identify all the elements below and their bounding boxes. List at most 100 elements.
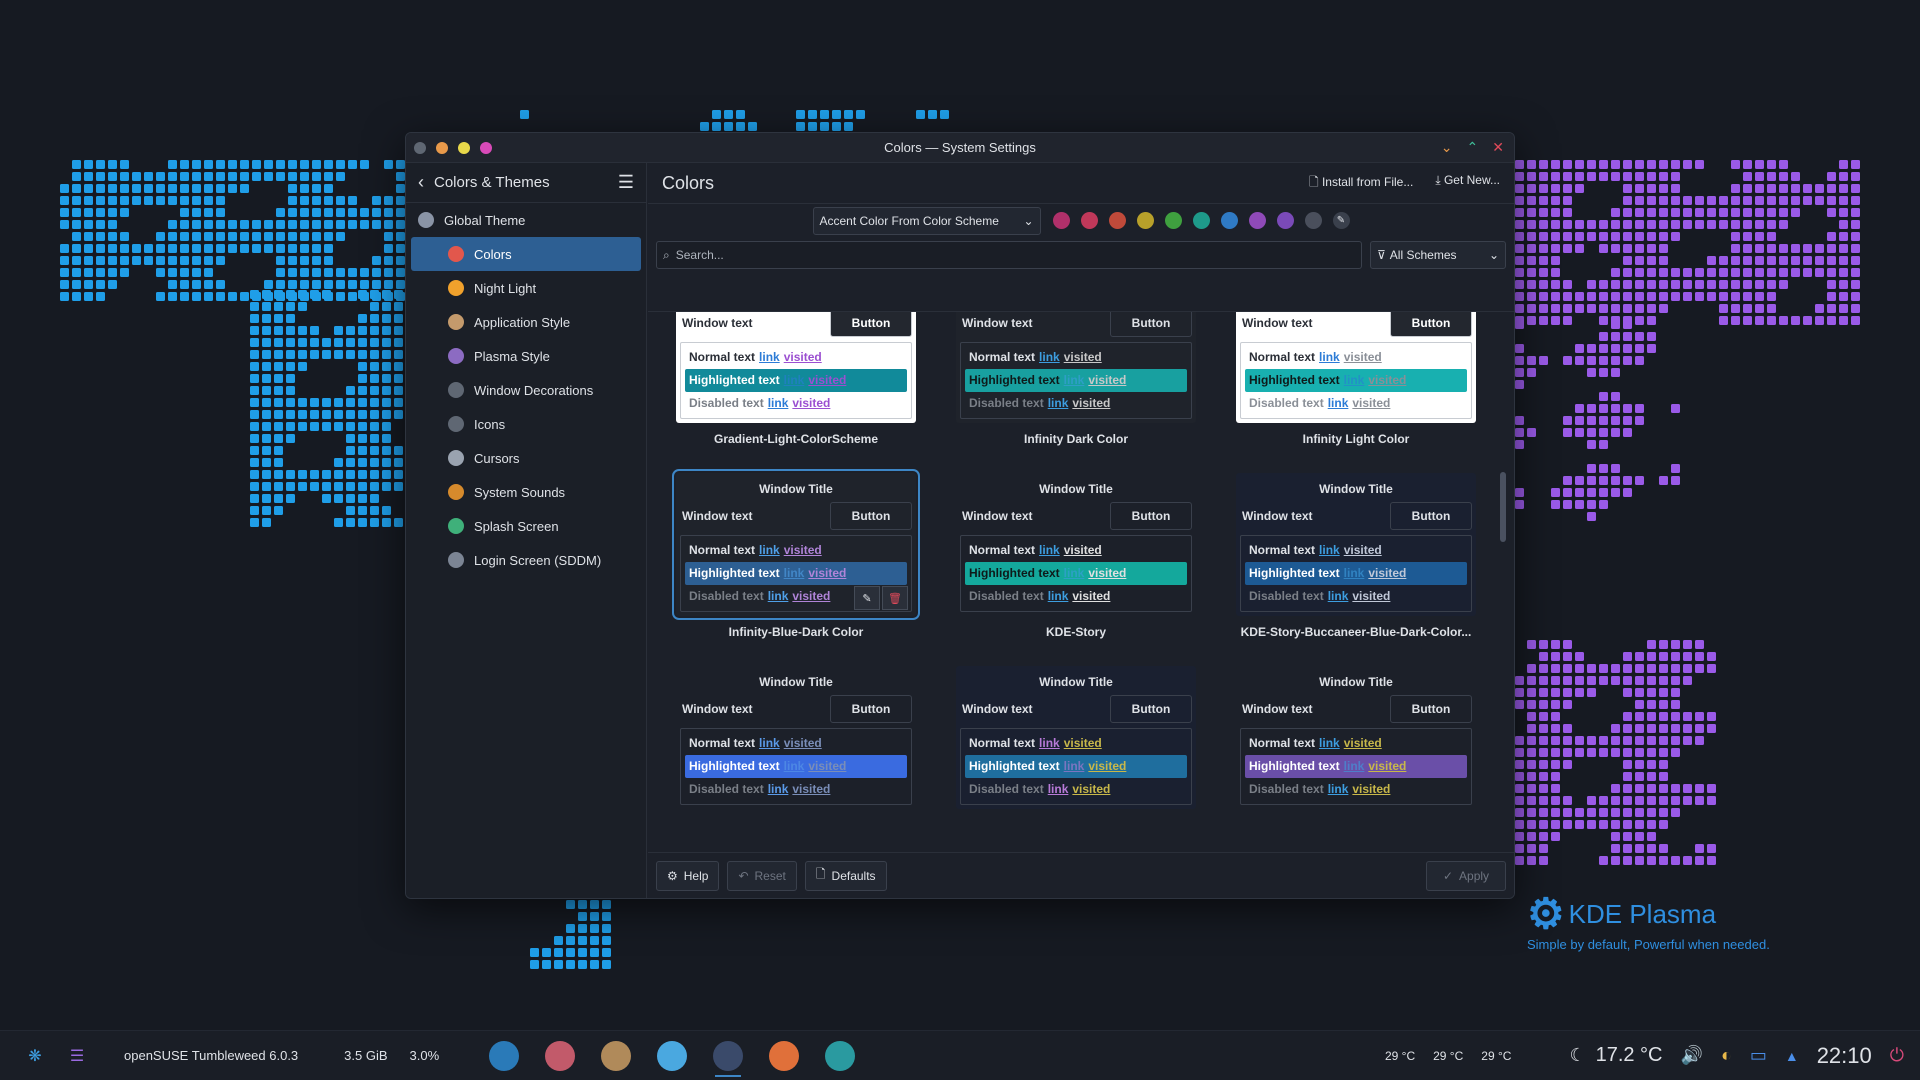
accent-swatch[interactable]: [1248, 212, 1266, 229]
wallpaper-dot: [298, 326, 307, 335]
install-from-file-button[interactable]: 🗋 Install from File...: [1309, 173, 1413, 194]
color-scheme-card[interactable]: Window text Button Normal text link visited H…: [666, 312, 926, 455]
taskbar-app[interactable]: [539, 1035, 581, 1077]
accent-color-select[interactable]: Accent Color From Color Scheme ⌄: [812, 206, 1041, 235]
wallpaper-dot: [384, 160, 393, 169]
apply-button[interactable]: ✓ Apply: [1426, 860, 1506, 891]
scheme-filter-select[interactable]: ⊽ All Schemes ⌄: [1370, 241, 1506, 269]
scheme-preview[interactable]: Window Title Window text Button Normal text…: [956, 473, 1196, 616]
sidebar-item-cursors[interactable]: Cursors: [406, 441, 646, 475]
accent-swatch[interactable]: [1136, 212, 1154, 229]
scheme-preview[interactable]: Window text Button Normal text link visited H…: [676, 312, 916, 423]
wallpaper-dot: [72, 244, 81, 253]
scheme-preview[interactable]: Window Title Window text Button Normal text…: [1236, 666, 1476, 809]
back-arrow-icon[interactable]: ‹: [418, 172, 424, 193]
search-icon: ⌕: [663, 247, 670, 262]
taskbar-app[interactable]: [707, 1035, 749, 1077]
color-scheme-card[interactable]: Window Title Window text Button Normal text…: [666, 469, 926, 648]
wallpaper-dot: [590, 948, 599, 957]
sidebar-item-colors[interactable]: Colors: [411, 237, 641, 271]
accent-swatch[interactable]: [1192, 212, 1210, 229]
taskbar-app[interactable]: [651, 1035, 693, 1077]
taskbar-app[interactable]: [483, 1035, 525, 1077]
wallpaper-dot: [1587, 172, 1596, 181]
shade-icon[interactable]: [458, 141, 470, 154]
preview-view: Normal text link visited Highlighted text li…: [680, 342, 912, 419]
wallpaper-dot: [286, 470, 295, 479]
tray-expand-icon[interactable]: ▲: [1785, 1048, 1799, 1064]
scheme-preview[interactable]: Window Title Window text Button Normal text…: [956, 666, 1196, 809]
taskbar-app[interactable]: [763, 1035, 805, 1077]
scheme-name: Infinity Light Color: [1302, 432, 1410, 446]
scheme-preview[interactable]: Window Title Window text Button Normal text…: [672, 469, 920, 620]
wallpaper-dot: [1635, 332, 1644, 341]
scheme-preview[interactable]: Window text Button Normal text link visited H…: [956, 312, 1196, 423]
wallpaper-dot: [590, 924, 599, 933]
wallpaper-dot: [1851, 256, 1860, 265]
accent-swatch[interactable]: [1108, 212, 1126, 229]
network-icon[interactable]: ▭: [1750, 1045, 1767, 1066]
sidebar-item-window-decorations[interactable]: Window Decorations: [406, 373, 646, 407]
reset-button[interactable]: ↶ Reset: [727, 860, 797, 891]
sidebar-item-icons[interactable]: Icons: [406, 407, 646, 441]
power-icon[interactable]: ⏻: [1890, 1045, 1904, 1066]
accent-swatch[interactable]: [1276, 212, 1294, 229]
sidebar-item-plasma-style[interactable]: Plasma Style: [406, 339, 646, 373]
defaults-button[interactable]: 🗋 Defaults: [804, 860, 887, 891]
search-input[interactable]: ⌕ Search...: [656, 241, 1362, 269]
sidebar-item-splash-screen[interactable]: Splash Screen: [406, 509, 646, 543]
wallpaper-dot: [310, 422, 319, 431]
scheme-preview[interactable]: Window Title Window text Button Normal text…: [676, 666, 916, 809]
all-desktops-icon[interactable]: [480, 141, 492, 154]
pager-icon[interactable]: ☰: [60, 1039, 94, 1073]
wallpaper-dot: [1647, 784, 1656, 793]
minimize-icon[interactable]: ⌄: [1441, 139, 1453, 156]
weather-icon[interactable]: ☾: [1569, 1045, 1585, 1066]
scrollbar[interactable]: [1500, 472, 1506, 542]
accent-swatch[interactable]: [1052, 212, 1070, 229]
taskbar-app[interactable]: [819, 1035, 861, 1077]
accent-swatch[interactable]: [1164, 212, 1182, 229]
sidebar-item-night-light[interactable]: Night Light: [406, 271, 646, 305]
wallpaper-dot: [1695, 208, 1704, 217]
preview-link: link: [783, 566, 805, 580]
sidebar-item-system-sounds[interactable]: System Sounds: [406, 475, 646, 509]
wallpaper-dot: [1563, 172, 1572, 181]
volume-icon[interactable]: 🔊: [1681, 1045, 1703, 1066]
wallpaper-dot: [554, 960, 563, 969]
color-scheme-card[interactable]: Window Title Window text Button Normal text…: [946, 666, 1206, 841]
color-picker-icon[interactable]: ✎: [1332, 212, 1350, 229]
color-scheme-card[interactable]: Window text Button Normal text link visited H…: [946, 312, 1206, 455]
accent-swatch[interactable]: [1220, 212, 1238, 229]
titlebar[interactable]: Colors — System Settings ⌄ ⌃ ✕: [406, 133, 1514, 163]
app-launcher-icon[interactable]: ❋: [18, 1039, 52, 1073]
color-scheme-card[interactable]: Window Title Window text Button Normal text…: [666, 666, 926, 841]
accent-swatch[interactable]: [1304, 212, 1322, 229]
window-menu-icon[interactable]: [414, 141, 426, 154]
sidebar-item-global-theme[interactable]: Global Theme: [406, 203, 646, 237]
wallpaper-dot: [1767, 292, 1776, 301]
clock[interactable]: 22:10: [1817, 1043, 1872, 1069]
wallpaper-dot: [1599, 856, 1608, 865]
color-scheme-card[interactable]: Window Title Window text Button Normal text…: [1226, 666, 1486, 841]
close-icon[interactable]: ✕: [1492, 139, 1504, 156]
scheme-preview[interactable]: Window text Button Normal text link visited H…: [1236, 312, 1476, 423]
color-scheme-card[interactable]: Window Title Window text Button Normal text…: [1226, 473, 1486, 648]
sidebar-item-application-style[interactable]: Application Style: [406, 305, 646, 339]
accent-swatch[interactable]: [1080, 212, 1098, 229]
color-scheme-card[interactable]: Window Title Window text Button Normal text…: [946, 473, 1206, 648]
edit-icon[interactable]: ✎: [854, 586, 880, 610]
wallpaper-dot: [1635, 416, 1644, 425]
night-light-tray-icon[interactable]: ◐: [1721, 1045, 1732, 1066]
maximize-icon[interactable]: ⌃: [1467, 139, 1479, 156]
keep-above-icon[interactable]: [436, 141, 448, 154]
delete-icon[interactable]: 🗑: [882, 586, 908, 610]
taskbar-app[interactable]: [595, 1035, 637, 1077]
hamburger-icon[interactable]: ☰: [618, 172, 634, 193]
sidebar-item-login-screen-sddm[interactable]: Login Screen (SDDM): [406, 543, 646, 577]
color-scheme-card[interactable]: Window text Button Normal text link visited H…: [1226, 312, 1486, 455]
wallpaper-dot: [180, 196, 189, 205]
get-new-button[interactable]: ⤓ Get New...: [1435, 173, 1500, 194]
scheme-preview[interactable]: Window Title Window text Button Normal text…: [1236, 473, 1476, 616]
help-button[interactable]: ⚙ Help: [656, 860, 720, 891]
